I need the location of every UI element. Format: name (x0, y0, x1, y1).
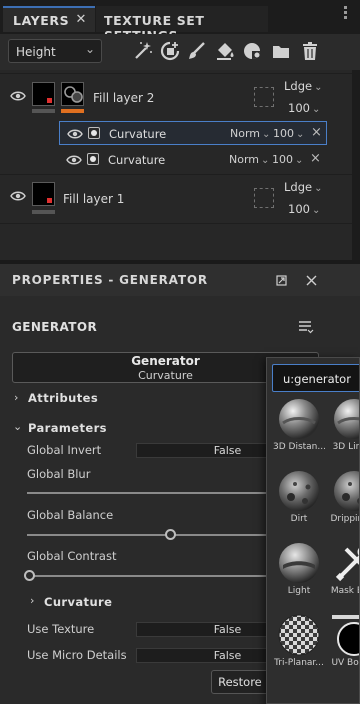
layer-opacity[interactable]: 100 ⌄ (288, 101, 320, 115)
geometry-mask-slot[interactable] (254, 188, 274, 208)
parameters-section-toggle[interactable]: Parameters (28, 421, 107, 435)
channel-filter-value: Height (16, 45, 56, 59)
smart-material-icon[interactable] (241, 40, 263, 62)
generator-section-title: GENERATOR (12, 320, 98, 334)
chevron-down-icon: ⌄ (84, 42, 95, 56)
resource-item[interactable]: Dripping... (328, 469, 359, 524)
effect-opacity[interactable]: 100 ⌄ (272, 153, 303, 166)
paint-brush-icon[interactable] (186, 40, 208, 62)
effect-row-curvature-2[interactable]: Curvature Norm ⌄ 100 ⌄ × (59, 148, 327, 172)
visibility-eye-icon[interactable] (66, 155, 82, 165)
global-blur-label: Global Blur (27, 467, 91, 481)
resource-thumbnail-uvborder-icon (332, 615, 359, 656)
properties-header: PROPERTIES - GENERATOR (0, 264, 360, 296)
attributes-section-toggle[interactable]: Attributes (28, 391, 98, 405)
global-balance-label: Global Balance (27, 508, 114, 522)
generator-effect-icon (87, 153, 99, 165)
global-contrast-label: Global Contrast (27, 549, 117, 563)
tab-layers[interactable]: LAYERS ✕ (3, 6, 95, 32)
resource-thumbnail-checker-icon (278, 614, 320, 656)
layer-opacity[interactable]: 100 ⌄ (288, 202, 320, 216)
settings-menu-icon[interactable] (298, 320, 314, 334)
resource-name: 3D Line... (332, 442, 360, 452)
layer-blend-mode[interactable]: Ldge ⌄ (284, 79, 322, 93)
curvature-section-toggle[interactable]: Curvature (44, 595, 112, 609)
resource-name: Light (287, 586, 311, 596)
use-micro-details-label: Use Micro Details (27, 648, 127, 662)
resource-thumbnail-metal-icon (279, 399, 319, 439)
use-texture-label: Use Texture (27, 622, 95, 636)
visibility-eye-icon[interactable] (67, 129, 83, 139)
layer-stack-scrollbar[interactable] (352, 70, 360, 260)
tab-close-icon[interactable]: ✕ (76, 12, 88, 27)
panel-tab-bar: LAYERS ✕ TEXTURE SET SETTINGS (0, 0, 360, 43)
resource-search-input[interactable]: u:generator (272, 364, 359, 392)
undock-icon[interactable] (276, 275, 287, 286)
geometry-mask-slot[interactable] (254, 87, 274, 107)
resource-item[interactable]: Mask Ba... (328, 541, 359, 596)
resource-item[interactable]: Light (273, 541, 325, 596)
tab-layers-label: LAYERS (13, 13, 70, 28)
layer-stack: Fill layer 2 Ldge ⌄ 100 ⌄ Curvature Norm ⌄ … (0, 70, 360, 260)
resource-picker-popup: u:generator 3D Distan... 3D Line... Dirt Dr… (266, 357, 360, 704)
resource-item[interactable]: UV Bord... (328, 613, 359, 668)
channel-filter-select[interactable]: Height ⌄ (8, 39, 102, 63)
resource-thumbnail-metal-icon (334, 399, 359, 439)
layer-mask-thumbnail[interactable] (61, 82, 84, 106)
remove-effect-icon[interactable]: × (310, 151, 321, 166)
resource-name: Dripping... (330, 514, 359, 524)
resource-thumbnail-dirt-icon (334, 471, 359, 511)
layer-content-bar (32, 210, 55, 214)
layer-row-fill-layer-2[interactable]: Fill layer 2 Ldge ⌄ 100 ⌄ (0, 74, 352, 123)
close-icon[interactable] (306, 275, 317, 286)
global-balance-slider-handle[interactable] (164, 529, 176, 540)
layers-toolbar: Height ⌄ (0, 34, 360, 70)
magic-wand-icon[interactable] (132, 40, 154, 62)
layer-thumbnail[interactable] (32, 182, 55, 206)
layer-blend-mode[interactable]: Ldge ⌄ (284, 180, 322, 194)
effect-name: Curvature (109, 127, 167, 141)
resource-thumbnail-tools-icon (335, 547, 359, 582)
chevron-right-icon[interactable]: › (14, 391, 18, 404)
resource-thumbnail-light-icon (279, 543, 319, 583)
resource-name: 3D Distan... (273, 442, 325, 452)
layer-name[interactable]: Fill layer 2 (93, 91, 154, 105)
resource-item[interactable]: Dirt (273, 469, 325, 524)
effect-blend-mode[interactable]: Norm ⌄ (230, 127, 270, 140)
global-contrast-slider-handle[interactable] (23, 570, 35, 581)
effect-name: Curvature (108, 153, 166, 167)
panel-menu-icon[interactable] (344, 4, 350, 21)
folder-icon[interactable] (270, 40, 292, 62)
resource-item[interactable]: Tri-Planar... (273, 613, 325, 668)
effect-blend-mode[interactable]: Norm ⌄ (229, 153, 269, 166)
mask-indicator-bar (61, 109, 84, 113)
properties-title: PROPERTIES - GENERATOR (12, 273, 208, 287)
layer-thumbnail[interactable] (32, 82, 55, 106)
effect-row-curvature-1[interactable]: Curvature Norm ⌄ 100 ⌄ × (59, 121, 327, 145)
tab-texture-set-settings[interactable]: TEXTURE SET SETTINGS (96, 6, 268, 43)
layer-name[interactable]: Fill layer 1 (63, 192, 124, 206)
generator-effect-icon (88, 127, 100, 139)
effect-opacity[interactable]: 100 ⌄ (273, 127, 304, 140)
visibility-eye-icon[interactable] (10, 191, 26, 201)
chevron-down-icon[interactable]: ⌄ (13, 420, 22, 433)
resource-name: Dirt (290, 514, 308, 524)
trash-icon[interactable] (299, 40, 321, 62)
remove-effect-icon[interactable]: × (311, 125, 322, 140)
global-invert-label: Global Invert (27, 443, 102, 457)
resource-name: Mask Ba... (330, 586, 359, 596)
resource-item[interactable]: 3D Line... (328, 397, 360, 452)
resource-name: Tri-Planar... (274, 658, 324, 668)
resource-thumbnail-dirt-icon (279, 471, 319, 511)
visibility-eye-icon[interactable] (10, 91, 26, 101)
layer-content-bar (32, 109, 55, 113)
fill-bucket-icon[interactable] (214, 40, 236, 62)
resource-item[interactable]: 3D Distan... (273, 397, 325, 452)
chevron-right-icon[interactable]: › (30, 594, 34, 607)
add-layer-icon[interactable] (159, 40, 181, 62)
resource-name: UV Bord... (331, 658, 359, 668)
layer-row-fill-layer-1[interactable]: Fill layer 1 Ldge ⌄ 100 ⌄ (0, 175, 352, 223)
